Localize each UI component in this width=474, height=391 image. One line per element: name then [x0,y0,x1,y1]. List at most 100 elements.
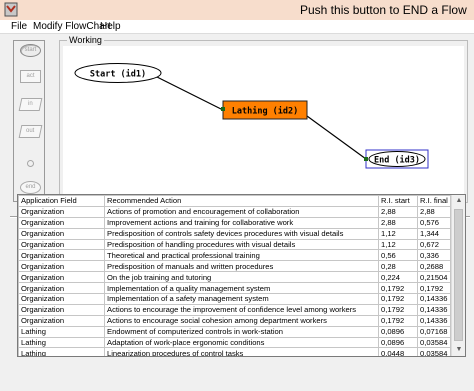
cell-recommended-action: Implementation of a quality management s… [104,282,379,295]
tool-palette: start act in out end [13,40,45,202]
cell-ri-start: 2,88 [378,216,418,229]
window-title: Push this button to END a Flow [300,3,467,17]
table-row[interactable]: Lathing Endowment of computerized control… [18,325,451,338]
cell-ri-final: 0,14336 [417,303,451,316]
cell-recommended-action: Linearization procedures of control task… [104,347,379,356]
connector-dot [364,157,368,161]
end-tool-button[interactable]: end [20,181,41,194]
table-row[interactable]: Organization Predisposition of manuals an… [18,260,451,273]
cell-ri-start: 2,88 [378,205,418,218]
cell-ri-start: 0,56 [378,249,418,262]
cell-recommended-action: Theoretical and practical professional t… [104,249,379,262]
cell-ri-final: 0,1792 [417,282,451,295]
cell-ri-final: 0,03584 [417,347,451,356]
table-body: Organization Actions of promotion and enc… [18,205,451,356]
cell-ri-start: 0,28 [378,260,418,273]
flowchart-canvas[interactable]: Start (id1) Lathing (id2) End (id3) [63,46,464,200]
lathing-node-label: Lathing (id2) [232,106,299,117]
header-recommended-action[interactable]: Recommended Action [104,195,379,207]
flowchart-svg: Start (id1) Lathing (id2) End (id3) [74,63,429,169]
cell-ri-start: 1,12 [378,227,418,240]
menu-help[interactable]: Help [100,21,121,32]
table-row[interactable]: Organization Actions to encourage social … [18,314,451,327]
cell-recommended-action: On the job training and tutoring [104,271,379,284]
table-row[interactable]: Organization Actions of promotion and enc… [18,205,451,218]
cell-recommended-action: Predisposition of controls safety device… [104,227,379,240]
menu-bar: File Modify FlowChart Help [0,20,474,34]
cell-application-field: Organization [18,260,105,273]
cell-ri-final: 0,14336 [417,293,451,305]
cell-ri-start: 0,1792 [378,314,418,327]
start-tool-label: start [24,47,37,53]
cell-ri-final: 0,2688 [417,260,451,273]
activity-tool-label: act [26,73,35,79]
activity-tool-button[interactable]: act [20,70,41,83]
table-row[interactable]: Organization Theoretical and practical pr… [18,249,451,262]
working-group: Working Start (id1) Lathing (id2) End (i… [59,35,468,203]
edge-start-lathing [154,75,224,111]
cell-application-field: Organization [18,249,105,262]
cell-ri-final: 1,344 [417,227,451,240]
vertical-scrollbar[interactable]: ▲ ▼ [451,195,465,356]
recommendations-grid[interactable]: Application Field Recommended Action R.I… [17,194,466,357]
end-tool-label: end [25,184,36,190]
input-tool-button[interactable]: in [18,98,43,111]
cell-application-field: Organization [18,205,105,218]
header-ri-final[interactable]: R.I. final [417,195,451,207]
cell-application-field: Organization [18,238,105,251]
cell-ri-start: 0,0896 [378,325,418,338]
scroll-down-icon[interactable]: ▼ [453,344,465,356]
scroll-up-icon[interactable]: ▲ [453,195,465,207]
table-row[interactable]: Organization Actions to encourage the imp… [18,303,451,316]
header-ri-start[interactable]: R.I. start [378,195,418,207]
start-tool-button[interactable]: start [20,44,41,57]
cell-ri-final: 0,672 [417,238,451,251]
connector-circle-icon[interactable] [27,160,34,167]
cell-ri-start: 0,1792 [378,293,418,305]
cell-application-field: Organization [18,271,105,284]
cell-application-field: Organization [18,303,105,316]
table-row[interactable]: Organization Predisposition of controls s… [18,227,451,240]
table-row[interactable]: Organization Improvement actions and trai… [18,216,451,229]
edge-lathing-end [306,115,367,160]
cell-ri-start: 1,12 [378,238,418,251]
cell-application-field: Organization [18,227,105,240]
cell-ri-final: 0,21504 [417,271,451,284]
cell-application-field: Organization [18,282,105,295]
cell-application-field: Lathing [18,336,105,349]
table-row[interactable]: Organization On the job training and tuto… [18,271,451,284]
working-label: Working [67,35,104,45]
cell-ri-start: 0,1792 [378,282,418,295]
cell-recommended-action: Implementation of a safety management sy… [104,293,379,305]
output-tool-button[interactable]: out [18,125,43,138]
cell-recommended-action: Endowment of computerized controls in wo… [104,325,379,338]
cell-ri-final: 0,14336 [417,314,451,327]
table-header-row: Application Field Recommended Action R.I… [18,195,451,207]
table-row[interactable]: Organization Implementation of a quality … [18,282,451,295]
title-bar: Push this button to END a Flow [0,0,474,20]
table-row[interactable]: Lathing Adaptation of work-place ergonomi… [18,336,451,349]
cell-recommended-action: Actions of promotion and encouragement o… [104,205,379,218]
cell-ri-start: 0,0896 [378,336,418,349]
table-row[interactable]: Lathing Linearization procedures of contr… [18,347,451,356]
table-row[interactable]: Organization Predisposition of handling p… [18,238,451,251]
cell-ri-start: 0,0448 [378,347,418,356]
cell-application-field: Organization [18,216,105,229]
scroll-thumb[interactable] [454,209,463,341]
cell-application-field: Organization [18,293,105,305]
cell-ri-start: 0,1792 [378,303,418,316]
cell-application-field: Lathing [18,325,105,338]
cell-application-field: Organization [18,314,105,327]
cell-ri-final: 0,576 [417,216,451,229]
connector-dot [221,107,225,111]
cell-ri-final: 0,336 [417,249,451,262]
end-node-label: End (id3) [374,155,420,166]
app-icon [4,2,18,17]
cell-recommended-action: Adaptation of work-place ergonomic condi… [104,336,379,349]
cell-ri-final: 2,88 [417,205,451,218]
start-node-label: Start (id1) [90,69,146,80]
menu-file[interactable]: File [11,21,27,32]
table-row[interactable]: Organization Implementation of a safety m… [18,293,451,305]
output-tool-label: out [26,128,35,134]
header-application-field[interactable]: Application Field [18,195,105,207]
